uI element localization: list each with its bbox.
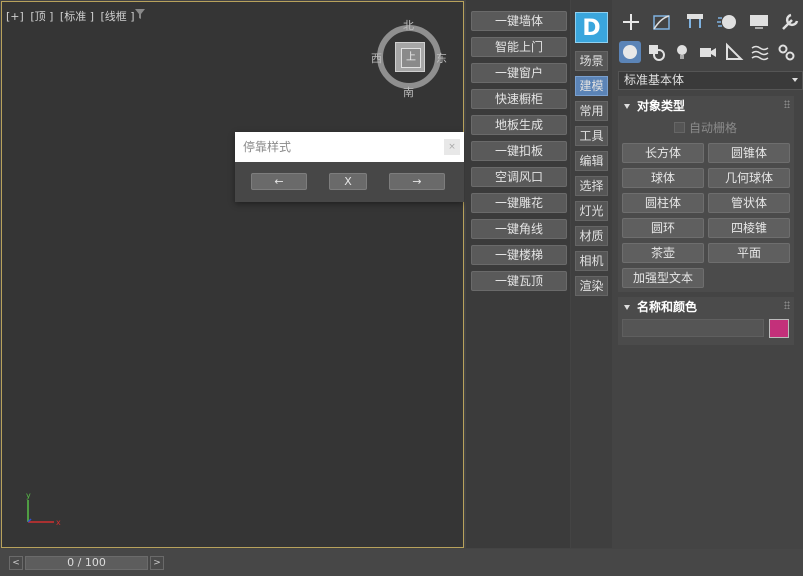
pyramid-button[interactable]: 四棱锥 (708, 218, 790, 238)
category-dropdown[interactable]: 标准基本体 (618, 71, 803, 90)
object-type-title: 对象类型 (637, 99, 686, 113)
viewcube-cube[interactable]: 上 (395, 42, 425, 72)
viewport-shading-label[interactable]: [标准 ] (60, 10, 94, 23)
object-type-rollout: 对象类型 自动栅格 长方体 圆锥体 球体 几何球体 圆柱体 管状体 圆环 四棱锥… (618, 96, 794, 292)
shapes-icon[interactable] (645, 41, 667, 63)
name-color-header[interactable]: 名称和颜色 (618, 297, 794, 317)
text-plus-button[interactable]: 加强型文本 (622, 268, 704, 288)
geosphere-button[interactable]: 几何球体 (708, 168, 790, 188)
tool-button-ceiling-panel[interactable]: 一键扣板 (471, 141, 567, 161)
command-panel: 标准基本体 对象类型 自动栅格 长方体 圆锥体 球体 几何球体 圆柱体 管状体 … (614, 0, 803, 548)
viewport-menu-plus[interactable]: [+] (6, 10, 24, 23)
tool-button-tile-roof[interactable]: 一键瓦顶 (471, 271, 567, 291)
collapse-triangle-icon (624, 104, 630, 109)
tab-tools[interactable]: 工具 (575, 126, 608, 146)
teapot-button[interactable]: 茶壶 (622, 243, 704, 263)
name-color-title: 名称和颜色 (637, 300, 698, 314)
grip-icon (784, 100, 790, 108)
display-icon[interactable] (747, 10, 771, 34)
tool-column: 一键墙体 智能上门 一键窗户 快速橱柜 地板生成 一键扣板 空调风口 一键雕花 … (466, 0, 570, 548)
viewcube-top-face[interactable]: 上 (401, 48, 421, 68)
close-icon[interactable]: × (444, 139, 460, 155)
cameras-icon[interactable] (697, 41, 719, 63)
category-dropdown-value: 标准基本体 (624, 73, 685, 87)
tool-button-door[interactable]: 智能上门 (471, 37, 567, 57)
tool-button-molding[interactable]: 一键角线 (471, 219, 567, 239)
name-color-rollout: 名称和颜色 (618, 297, 794, 345)
tool-button-ac-vent[interactable]: 空调风口 (471, 167, 567, 187)
tool-button-wall[interactable]: 一键墙体 (471, 11, 567, 31)
axis-x-label: x (56, 518, 61, 527)
tab-select[interactable]: 选择 (575, 176, 608, 196)
object-name-input[interactable] (622, 319, 764, 337)
time-slider-bar: < 0 / 100 > (0, 549, 803, 576)
axis-y-label: y (26, 491, 31, 500)
helpers-icon[interactable] (723, 41, 745, 63)
space-warps-icon[interactable] (749, 41, 771, 63)
tab-render[interactable]: 渲染 (575, 276, 608, 296)
dock-right-button[interactable]: → (389, 173, 445, 190)
time-next-button[interactable]: > (150, 556, 164, 570)
plane-button[interactable]: 平面 (708, 243, 790, 263)
systems-icon[interactable] (775, 41, 797, 63)
grip-icon (784, 301, 790, 309)
motion-icon[interactable] (715, 10, 739, 34)
object-type-header[interactable]: 对象类型 (618, 96, 794, 116)
viewport-label: [+] [顶 ] [标准 ] [线框 ] (6, 8, 138, 24)
create-icon[interactable] (619, 10, 643, 34)
tube-button[interactable]: 管状体 (708, 193, 790, 213)
tool-button-cabinet[interactable]: 快速橱柜 (471, 89, 567, 109)
dock-style-dialog: 停靠样式 × ← X → (235, 132, 464, 202)
torus-button[interactable]: 圆环 (622, 218, 704, 238)
geometry-icon[interactable] (619, 41, 641, 63)
tool-button-stairs[interactable]: 一键楼梯 (471, 245, 567, 265)
viewport-view-label[interactable]: [顶 ] (30, 10, 53, 23)
box-button[interactable]: 长方体 (622, 143, 704, 163)
compass-west: 西 (371, 52, 382, 65)
tool-button-floor[interactable]: 地板生成 (471, 115, 567, 135)
viewport-display-label[interactable]: [线框 ] (101, 10, 135, 23)
collapse-triangle-icon (624, 305, 630, 310)
dock-left-button[interactable]: ← (251, 173, 307, 190)
utilities-icon[interactable] (778, 10, 802, 34)
compass-south: 南 (403, 86, 414, 99)
modify-icon[interactable] (650, 10, 674, 34)
chevron-down-icon (792, 78, 798, 82)
dock-float-button[interactable]: X (329, 173, 367, 190)
cone-button[interactable]: 圆锥体 (708, 143, 790, 163)
plugin-logo[interactable]: D (575, 12, 608, 43)
dock-dialog-title: 停靠样式 (243, 140, 292, 154)
viewcube[interactable]: 上 北 南 西 东 (371, 19, 447, 99)
cylinder-button[interactable]: 圆柱体 (622, 193, 704, 213)
tab-common[interactable]: 常用 (575, 101, 608, 121)
tab-cameras[interactable]: 相机 (575, 251, 608, 271)
axis-gizmo-icon: y x (26, 491, 61, 527)
tab-materials[interactable]: 材质 (575, 226, 608, 246)
tab-modeling[interactable]: 建模 (575, 76, 608, 96)
tab-edit[interactable]: 编辑 (575, 151, 608, 171)
compass-east: 东 (436, 52, 447, 65)
auto-grid-label: 自动栅格 (689, 121, 738, 135)
compass-north: 北 (403, 19, 414, 32)
tool-button-window[interactable]: 一键窗户 (471, 63, 567, 83)
tab-scene[interactable]: 场景 (575, 51, 608, 71)
time-prev-button[interactable]: < (9, 556, 23, 570)
object-color-swatch[interactable] (769, 319, 789, 338)
checkbox-box[interactable] (674, 122, 685, 133)
viewport[interactable]: [+] [顶 ] [标准 ] [线框 ] 上 北 南 西 东 y x (1, 1, 464, 548)
dock-dialog-titlebar[interactable]: 停靠样式 × (235, 132, 464, 162)
auto-grid-checkbox[interactable]: 自动栅格 (674, 119, 737, 136)
lights-icon[interactable] (671, 41, 693, 63)
filter-icon[interactable] (134, 8, 146, 20)
tab-lights[interactable]: 灯光 (575, 201, 608, 221)
time-slider[interactable]: 0 / 100 (25, 556, 148, 570)
sphere-button[interactable]: 球体 (622, 168, 704, 188)
hierarchy-icon[interactable] (683, 10, 707, 34)
tool-button-carving[interactable]: 一键雕花 (471, 193, 567, 213)
tab-column: D 场景 建模 常用 工具 编辑 选择 灯光 材质 相机 渲染 (571, 0, 612, 548)
